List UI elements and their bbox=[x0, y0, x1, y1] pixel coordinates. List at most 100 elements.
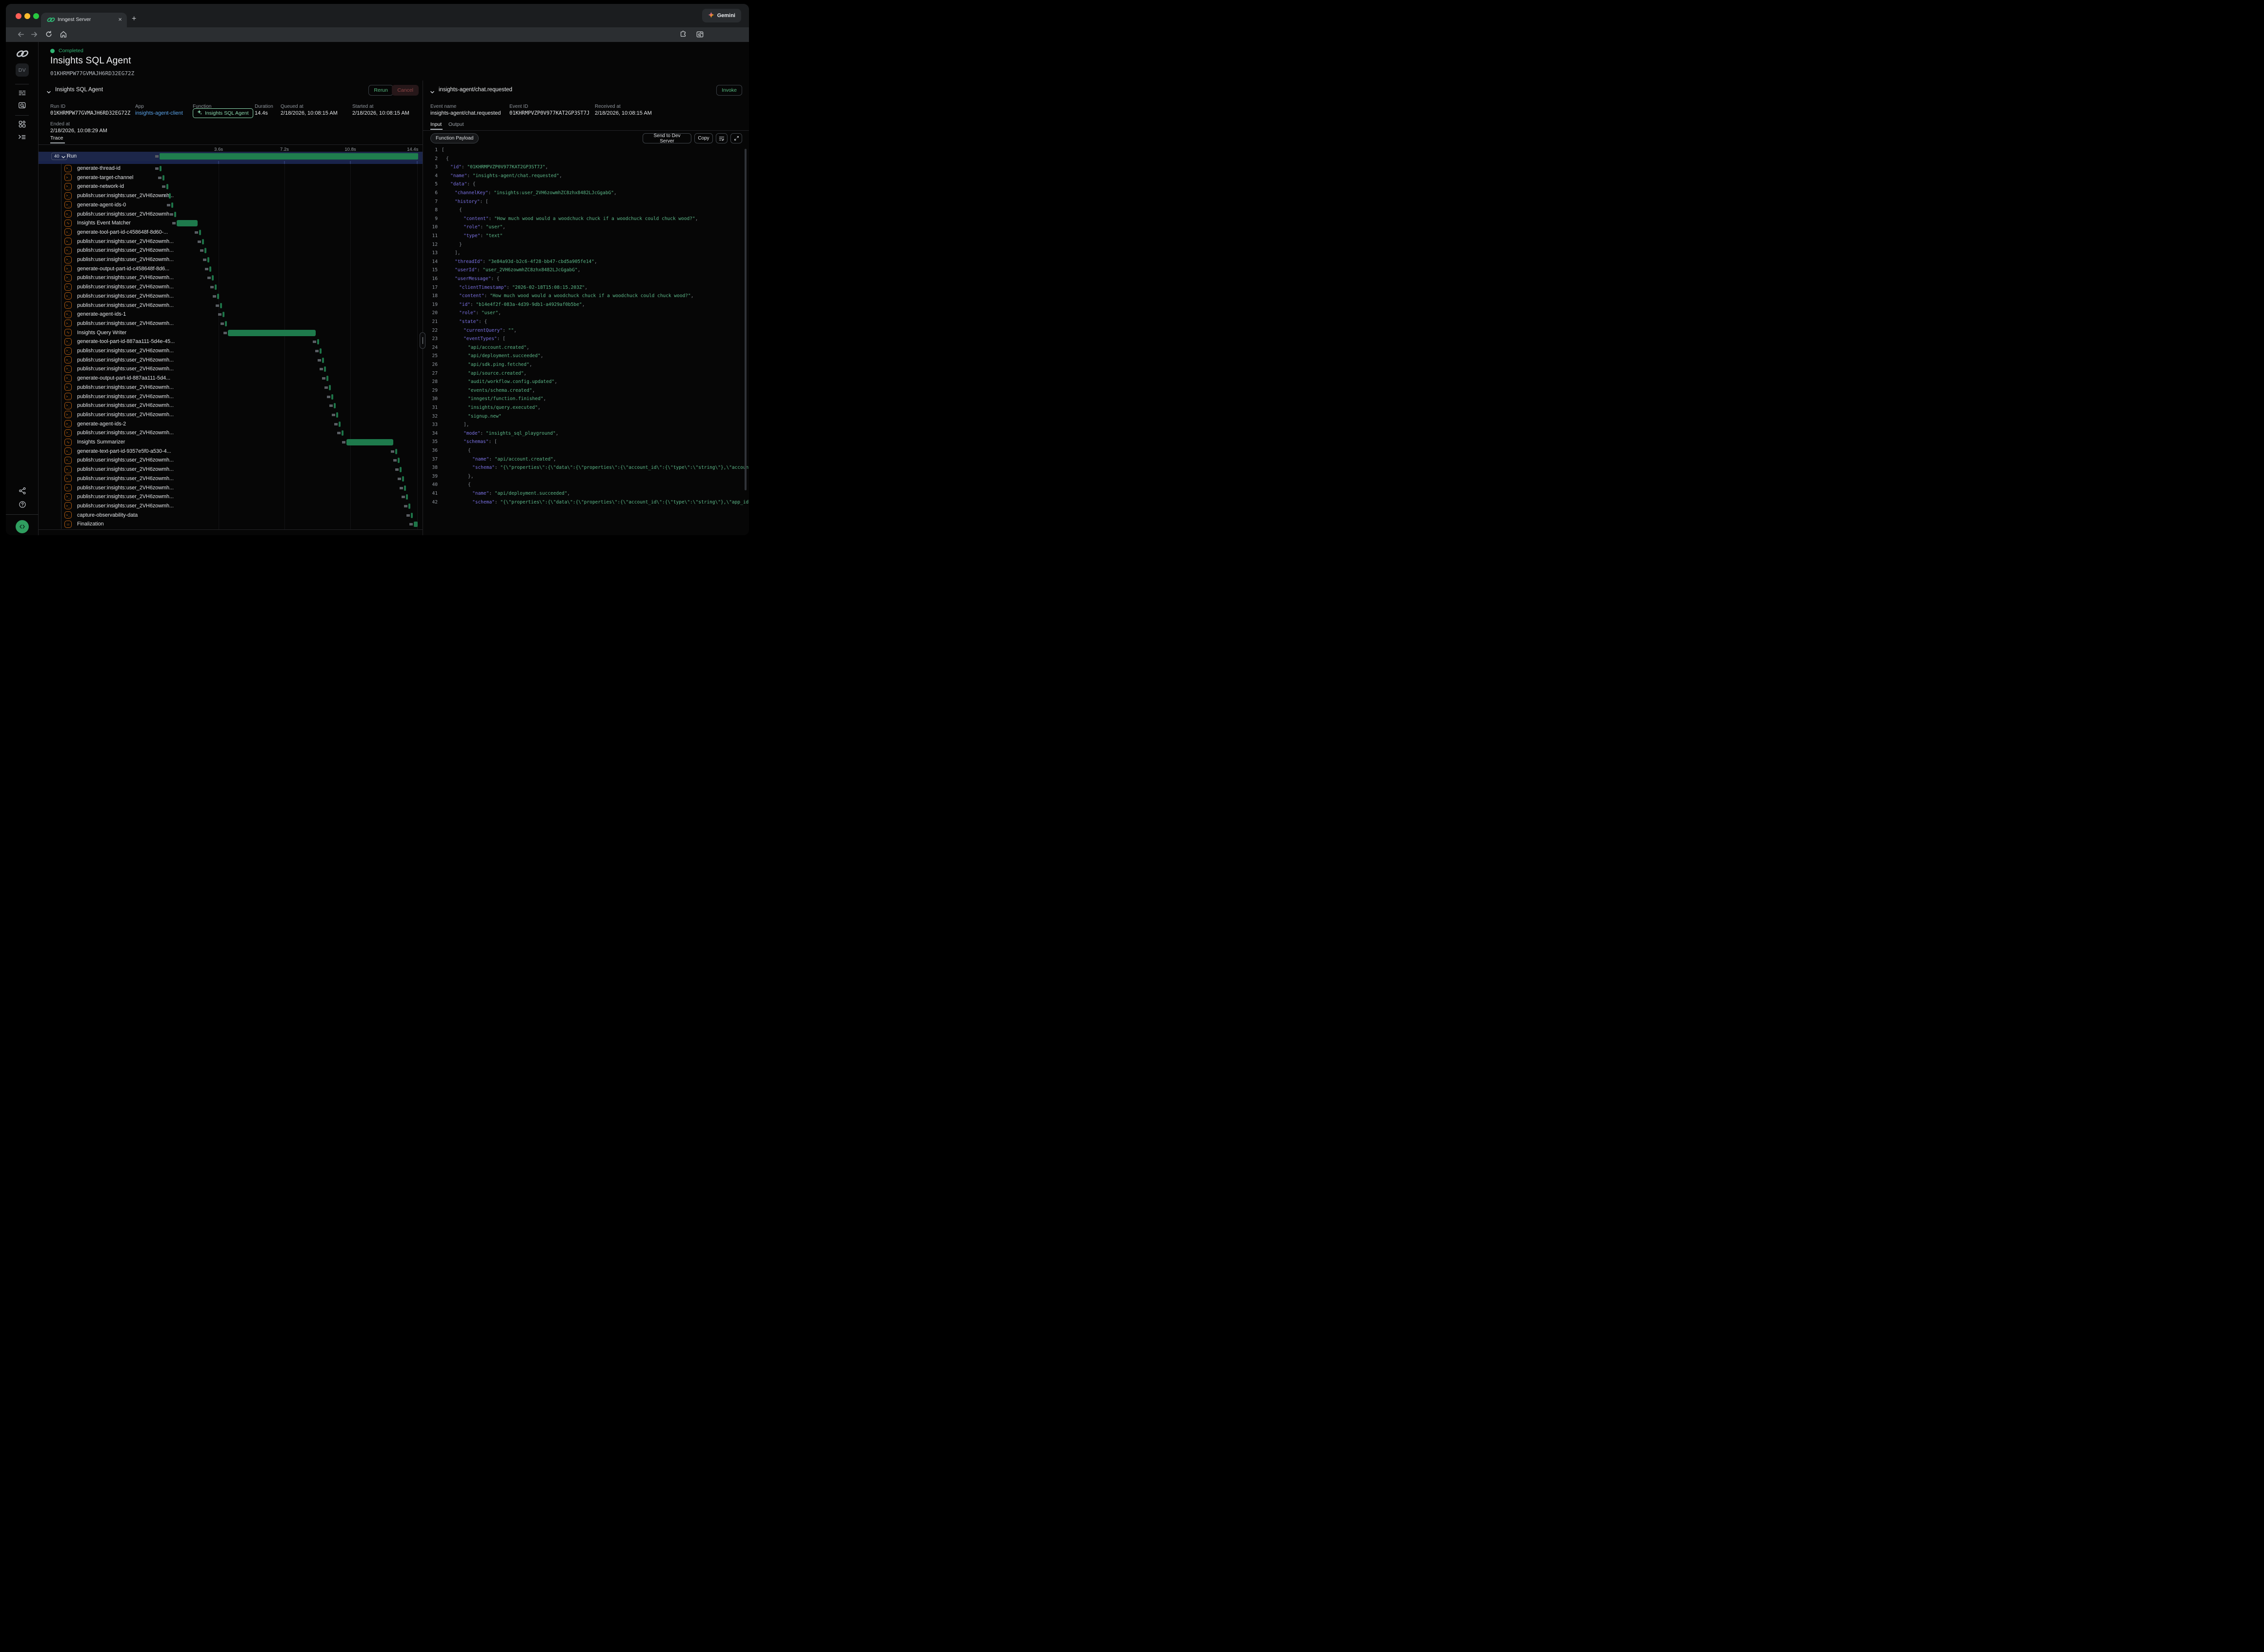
minimize-window-button[interactable] bbox=[24, 13, 30, 19]
forward-icon[interactable] bbox=[30, 30, 39, 39]
trace-span-bar[interactable] bbox=[400, 467, 402, 472]
code-scrollbar[interactable] bbox=[745, 149, 747, 490]
sidebar-item-runs[interactable] bbox=[6, 89, 39, 97]
function-payload-pill[interactable]: Function Payload bbox=[430, 133, 479, 143]
trace-row[interactable]: >_publish:user:insights:user_2VH6zowmh..… bbox=[39, 246, 423, 255]
trace-span-bar[interactable] bbox=[225, 321, 227, 326]
trace-row[interactable]: >_publish:user:insights:user_2VH6zowmh..… bbox=[39, 410, 423, 420]
sidebar-item-events[interactable] bbox=[6, 101, 39, 110]
sidebar-item-functions[interactable] bbox=[6, 133, 39, 141]
trace-span-bar[interactable] bbox=[324, 366, 326, 372]
side-panel-icon[interactable] bbox=[696, 30, 705, 39]
trace-row[interactable]: >_generate-agent-ids-0 bbox=[39, 201, 423, 210]
reload-icon[interactable] bbox=[45, 30, 54, 39]
trace-row[interactable]: >_publish:user:insights:user_2VH6zowmh..… bbox=[39, 456, 423, 465]
trace-span-bar[interactable] bbox=[174, 212, 176, 217]
trace-row[interactable]: >_generate-text-part-id-9357e5f0-a530-4.… bbox=[39, 447, 423, 456]
close-tab-icon[interactable]: × bbox=[118, 16, 122, 23]
trace-row[interactable]: ∿Insights Summarizer bbox=[39, 438, 423, 447]
function-pill[interactable]: Insights SQL Agent bbox=[193, 108, 253, 118]
sidebar-item-apps[interactable] bbox=[6, 120, 39, 128]
help-icon[interactable] bbox=[6, 501, 39, 508]
trace-span-bar[interactable] bbox=[334, 403, 336, 408]
trace-row[interactable]: >_publish:user:insights:user_2VH6zowmh..… bbox=[39, 401, 423, 410]
dev-server-button[interactable] bbox=[16, 520, 29, 533]
wrap-lines-icon[interactable] bbox=[716, 133, 728, 143]
trace-row[interactable]: >_publish:user:insights:user_2VH6zowmh..… bbox=[39, 282, 423, 292]
trace-span-bar[interactable] bbox=[171, 202, 173, 208]
tab-output[interactable]: Output bbox=[448, 121, 464, 127]
trace-row[interactable]: >_publish:user:insights:user_2VH6zowmh..… bbox=[39, 383, 423, 392]
app-avatar[interactable]: DV bbox=[16, 63, 29, 77]
trace-span-bar[interactable] bbox=[222, 312, 224, 317]
trace-row[interactable]: >_generate-target-channel bbox=[39, 173, 423, 182]
trace-row[interactable]: >_generate-agent-ids-1 bbox=[39, 310, 423, 319]
back-icon[interactable] bbox=[17, 30, 25, 39]
rerun-button[interactable]: Rerun bbox=[368, 85, 393, 96]
trace-row[interactable]: >_generate-output-part-id-887aa111-5d4..… bbox=[39, 374, 423, 383]
trace-row[interactable]: >_generate-tool-part-id-887aa111-5d4e-45… bbox=[39, 337, 423, 346]
trace-row[interactable]: >_publish:user:insights:user_2VH6zowmh..… bbox=[39, 319, 423, 328]
new-tab-button[interactable]: + bbox=[132, 15, 136, 23]
trace-span-bar[interactable] bbox=[342, 430, 344, 436]
trace-span-bar[interactable] bbox=[322, 358, 324, 363]
trace-row[interactable]: >_publish:user:insights:user_2VH6zowmh..… bbox=[39, 356, 423, 365]
trace-row[interactable]: >_publish:user:insights:user_2VH6zowmh..… bbox=[39, 346, 423, 356]
trace-span-bar[interactable] bbox=[346, 439, 393, 445]
trace-span-bar[interactable] bbox=[217, 294, 219, 299]
invoke-button[interactable]: Invoke bbox=[716, 85, 742, 96]
trace-span-bar[interactable] bbox=[414, 522, 418, 527]
trace-row[interactable]: >_publish:user:insights:user_2VH6zowmh..… bbox=[39, 273, 423, 282]
home-icon[interactable] bbox=[60, 30, 68, 39]
trace-row[interactable]: ∿Insights Event Matcher bbox=[39, 219, 423, 228]
trace-row[interactable]: >_publish:user:insights:user_2VH6zowmh..… bbox=[39, 484, 423, 493]
trace-span-bar[interactable] bbox=[339, 422, 341, 427]
trace-row[interactable]: >_publish:user:insights:user_2VH6zowmh..… bbox=[39, 237, 423, 246]
expand-icon[interactable] bbox=[730, 133, 742, 143]
trace-row[interactable]: >_publish:user:insights:user_2VH6zowmh..… bbox=[39, 492, 423, 502]
trace-row[interactable]: >_publish:user:insights:user_2VH6zowmh..… bbox=[39, 292, 423, 301]
trace-row[interactable]: >_generate-agent-ids-2 bbox=[39, 420, 423, 429]
tab-trace[interactable]: Trace bbox=[50, 135, 63, 141]
trace-span-bar[interactable] bbox=[202, 239, 204, 244]
trace-span-bar[interactable] bbox=[207, 257, 209, 262]
gemini-button[interactable]: Gemini bbox=[702, 9, 741, 22]
trace-span-bar[interactable] bbox=[204, 248, 206, 253]
trace-row[interactable]: >_publish:user:insights:user_2VH6zowmh..… bbox=[39, 428, 423, 438]
trace-row[interactable]: >_generate-thread-id bbox=[39, 164, 423, 173]
trace-span-bar[interactable] bbox=[169, 193, 171, 199]
cancel-button[interactable]: Cancel bbox=[392, 85, 419, 96]
trace-span-bar[interactable] bbox=[220, 303, 222, 308]
trace-span-bar[interactable] bbox=[326, 376, 328, 381]
trace-row[interactable]: >_publish:user:insights:user_2VH6zowmh..… bbox=[39, 364, 423, 374]
zoom-window-button[interactable] bbox=[33, 13, 39, 19]
trace-row[interactable]: >_publish:user:insights:user_2VH6zowmh..… bbox=[39, 210, 423, 219]
trace-span-bar[interactable] bbox=[162, 175, 164, 181]
trace-span-bar[interactable] bbox=[411, 513, 413, 518]
browser-tab[interactable]: Inngest Server × bbox=[41, 13, 127, 27]
share-icon[interactable] bbox=[6, 487, 39, 495]
trace-span-bar[interactable] bbox=[215, 284, 217, 290]
chevron-down-icon[interactable] bbox=[46, 88, 51, 93]
trace-span-bar[interactable] bbox=[406, 494, 408, 500]
trace-span-bar[interactable] bbox=[317, 339, 319, 344]
tab-input[interactable]: Input bbox=[430, 121, 442, 127]
trace-span-bar[interactable] bbox=[395, 449, 397, 454]
trace-span-bar[interactable] bbox=[331, 394, 333, 400]
trace-span-bar[interactable] bbox=[177, 220, 198, 226]
extensions-icon[interactable] bbox=[679, 30, 688, 39]
row-count-badge[interactable]: 40 bbox=[51, 153, 67, 160]
trace-span-bar[interactable] bbox=[398, 458, 400, 463]
chevron-down-icon[interactable] bbox=[430, 88, 435, 93]
run-span-bar[interactable] bbox=[160, 153, 418, 160]
trace-span-bar[interactable] bbox=[320, 348, 322, 354]
trace-row[interactable]: >_publish:user:insights:user_2VH6zowmh..… bbox=[39, 502, 423, 511]
trace-row[interactable]: >_publish:user:insights:user_2VH6zowmh..… bbox=[39, 301, 423, 310]
trace-row[interactable]: ∿Insights Query Writer bbox=[39, 328, 423, 338]
trace-row[interactable]: >_generate-network-id bbox=[39, 182, 423, 191]
trace-span-bar[interactable] bbox=[199, 230, 201, 235]
trace-row[interactable]: >_capture-observability-data bbox=[39, 511, 423, 520]
trace-span-bar[interactable] bbox=[408, 504, 410, 509]
trace-span-bar[interactable] bbox=[212, 275, 214, 281]
trace-row[interactable]: >_publish:user:insights:user_2VH6zowmh..… bbox=[39, 465, 423, 474]
